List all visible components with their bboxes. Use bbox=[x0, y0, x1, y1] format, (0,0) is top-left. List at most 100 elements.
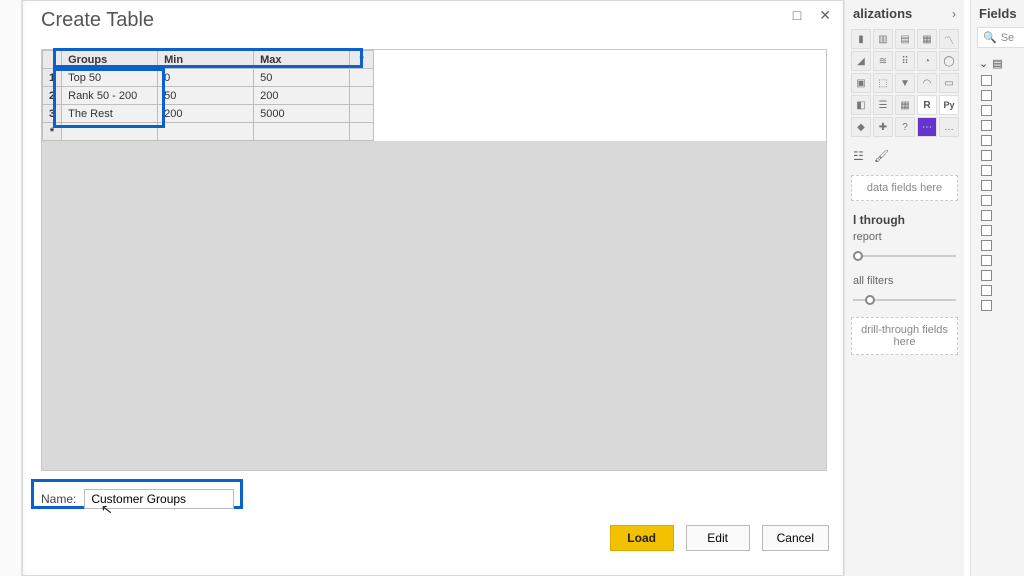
gauge-icon[interactable]: ◠ bbox=[917, 73, 937, 93]
line-chart-icon[interactable]: 〽 bbox=[939, 29, 959, 49]
window-maximize-icon[interactable]: □ bbox=[789, 5, 805, 26]
checkbox-icon bbox=[981, 135, 992, 146]
area-chart-icon[interactable]: ◢ bbox=[851, 51, 871, 71]
treemap-icon[interactable]: ▣ bbox=[851, 73, 871, 93]
visual-type-palette: ▮ ▥ ▤ ▦ 〽 ◢ ≋ ⠿ ◔ ◯ ▣ ⬚ ▼ ◠ ▭ ◧ ☰ ▦ R Py… bbox=[849, 27, 960, 143]
row-number: 1 bbox=[43, 69, 62, 87]
field-checkbox-item[interactable] bbox=[975, 298, 1024, 313]
field-checkbox-item[interactable] bbox=[975, 268, 1024, 283]
dialog-grid-area: Groups Min Max * 1Top 500502Rank 50 - 20… bbox=[41, 49, 827, 471]
funnel-icon[interactable]: ▼ bbox=[895, 73, 915, 93]
field-checkbox-item[interactable] bbox=[975, 283, 1024, 298]
table-row[interactable]: 2Rank 50 - 20050200 bbox=[43, 87, 374, 105]
checkbox-icon bbox=[981, 105, 992, 116]
row-header-blank bbox=[43, 51, 62, 69]
r-visual-icon[interactable]: R bbox=[917, 95, 937, 115]
checkbox-icon bbox=[981, 180, 992, 191]
cell-min[interactable]: 50 bbox=[158, 87, 254, 105]
field-checkbox-item[interactable] bbox=[975, 118, 1024, 133]
drillthrough-fields-dropzone[interactable]: drill-through fields here bbox=[851, 317, 958, 355]
field-checkbox-item[interactable] bbox=[975, 163, 1024, 178]
cancel-button[interactable]: Cancel bbox=[762, 525, 829, 551]
checkbox-icon bbox=[981, 240, 992, 251]
col-header-groups[interactable]: Groups bbox=[62, 51, 158, 69]
dialog-title: Create Table bbox=[23, 1, 843, 42]
table-row[interactable]: 1Top 50050 bbox=[43, 69, 374, 87]
cell-max[interactable]: 50 bbox=[254, 69, 350, 87]
donut-chart-icon[interactable]: ◯ bbox=[939, 51, 959, 71]
pie-chart-icon[interactable]: ◔ bbox=[917, 51, 937, 71]
table-name-input[interactable] bbox=[84, 489, 234, 509]
visual-format-tabs: ☳ 🖌 bbox=[849, 143, 960, 169]
checkbox-icon bbox=[981, 75, 992, 86]
row-number: 3 bbox=[43, 105, 62, 123]
col-header-max[interactable]: Max bbox=[254, 51, 350, 69]
checkbox-icon bbox=[981, 120, 992, 131]
kpi-icon[interactable]: ◧ bbox=[851, 95, 871, 115]
checkbox-icon bbox=[981, 210, 992, 221]
python-visual-icon[interactable]: Py bbox=[939, 95, 959, 115]
keep-all-filters-toggle[interactable] bbox=[853, 293, 956, 307]
cell-extra[interactable] bbox=[350, 105, 374, 123]
key-influencers-icon[interactable]: ◆ bbox=[851, 117, 871, 137]
cross-report-toggle[interactable] bbox=[853, 249, 956, 263]
field-checkbox-item[interactable] bbox=[975, 193, 1024, 208]
cell-groups[interactable]: The Rest bbox=[62, 105, 158, 123]
visual-values-dropzone[interactable]: data fields here bbox=[851, 175, 958, 201]
cell-max[interactable]: 5000 bbox=[254, 105, 350, 123]
checkbox-icon bbox=[981, 90, 992, 101]
table-new-row[interactable]: * bbox=[43, 123, 374, 141]
field-checkbox-item[interactable] bbox=[975, 103, 1024, 118]
checkbox-icon bbox=[981, 165, 992, 176]
cell-min[interactable]: 0 bbox=[158, 69, 254, 87]
decomposition-icon[interactable]: ✚ bbox=[873, 117, 893, 137]
table-visual-icon[interactable]: ▦ bbox=[895, 95, 915, 115]
field-checkbox-item[interactable] bbox=[975, 253, 1024, 268]
field-checkbox-item[interactable] bbox=[975, 208, 1024, 223]
scatter-chart-icon[interactable]: ⠿ bbox=[895, 51, 915, 71]
cell-extra[interactable] bbox=[350, 87, 374, 105]
ribbon-chart-icon[interactable]: ≋ bbox=[873, 51, 893, 71]
clustered-bar-icon[interactable]: ▥ bbox=[873, 29, 893, 49]
powerapps-visual-icon[interactable]: ⋯ bbox=[917, 117, 937, 137]
clustered-column-icon[interactable]: ▦ bbox=[917, 29, 937, 49]
field-checkbox-item[interactable] bbox=[975, 223, 1024, 238]
import-visual-icon[interactable]: … bbox=[939, 117, 959, 137]
stacked-column-icon[interactable]: ▤ bbox=[895, 29, 915, 49]
fields-search-input[interactable]: 🔍 Se bbox=[977, 27, 1024, 48]
field-checkbox-item[interactable] bbox=[975, 73, 1024, 88]
cross-report-label: report bbox=[849, 229, 960, 245]
edit-button[interactable]: Edit bbox=[686, 525, 750, 551]
fields-tab-icon[interactable]: ☳ bbox=[853, 149, 864, 163]
row-number: 2 bbox=[43, 87, 62, 105]
field-checkbox-item[interactable] bbox=[975, 133, 1024, 148]
qna-icon[interactable]: ? bbox=[895, 117, 915, 137]
map-icon[interactable]: ⬚ bbox=[873, 73, 893, 93]
slicer-icon[interactable]: ☰ bbox=[873, 95, 893, 115]
cell-min[interactable]: 200 bbox=[158, 105, 254, 123]
field-checkbox-item[interactable] bbox=[975, 178, 1024, 193]
create-table-grid[interactable]: Groups Min Max * 1Top 500502Rank 50 - 20… bbox=[42, 50, 374, 141]
name-label: Name: bbox=[41, 492, 76, 506]
chevron-right-icon[interactable]: › bbox=[952, 7, 956, 21]
checkbox-icon bbox=[981, 300, 992, 311]
col-header-min[interactable]: Min bbox=[158, 51, 254, 69]
fields-table-header[interactable]: ⌄ ▤ bbox=[975, 54, 1024, 73]
checkbox-icon bbox=[981, 225, 992, 236]
stacked-bar-icon[interactable]: ▮ bbox=[851, 29, 871, 49]
format-tab-icon[interactable]: 🖌 bbox=[874, 149, 889, 163]
table-row[interactable]: 3The Rest2005000 bbox=[43, 105, 374, 123]
cell-extra[interactable] bbox=[350, 69, 374, 87]
checkbox-icon bbox=[981, 195, 992, 206]
col-header-asterisk[interactable]: * bbox=[350, 51, 374, 69]
field-checkbox-item[interactable] bbox=[975, 148, 1024, 163]
field-checkbox-item[interactable] bbox=[975, 88, 1024, 103]
cell-groups[interactable]: Rank 50 - 200 bbox=[62, 87, 158, 105]
window-close-icon[interactable]: ✕ bbox=[815, 5, 835, 26]
drillthrough-section-title: l through bbox=[849, 207, 960, 229]
field-checkbox-item[interactable] bbox=[975, 238, 1024, 253]
cell-max[interactable]: 200 bbox=[254, 87, 350, 105]
cell-groups[interactable]: Top 50 bbox=[62, 69, 158, 87]
load-button[interactable]: Load bbox=[610, 525, 674, 551]
card-icon[interactable]: ▭ bbox=[939, 73, 959, 93]
